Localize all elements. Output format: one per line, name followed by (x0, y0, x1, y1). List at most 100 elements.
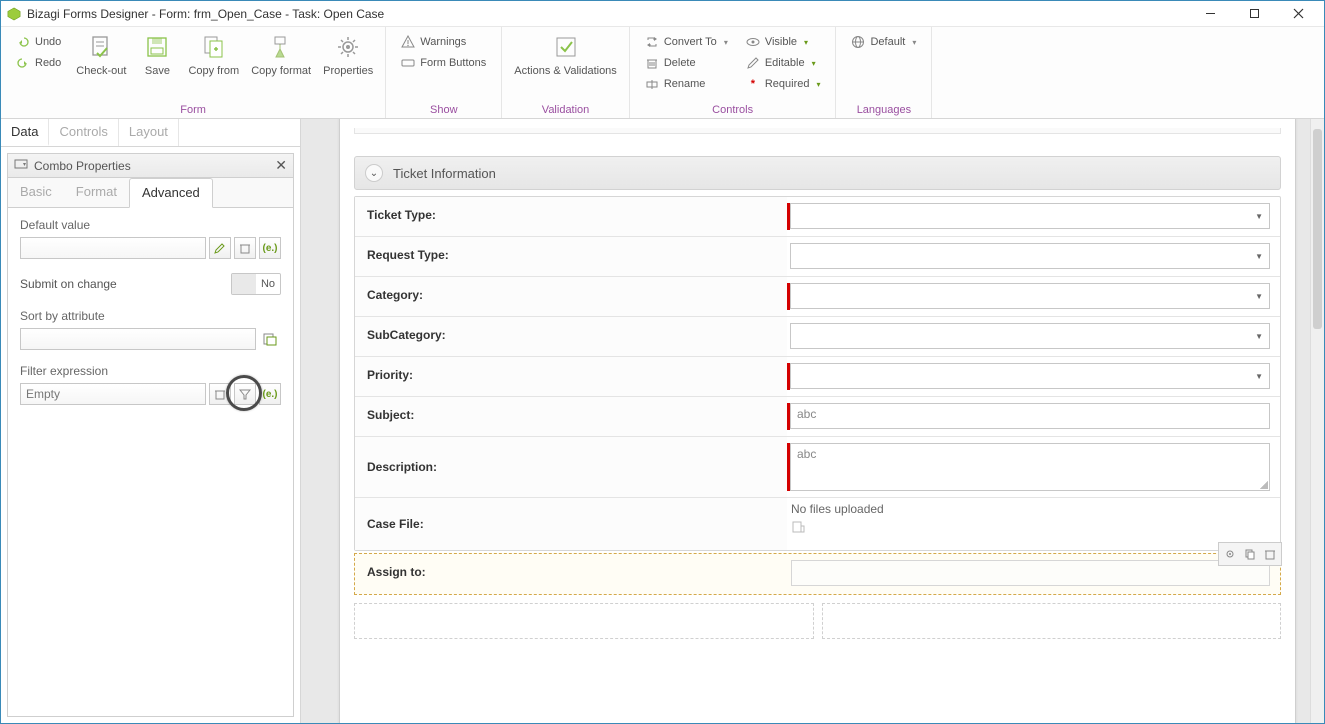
close-button[interactable] (1276, 1, 1320, 27)
panel-close-button[interactable]: ✕ (275, 157, 287, 174)
redo-button[interactable]: Redo (13, 53, 64, 73)
rename-button[interactable]: Rename (642, 74, 731, 94)
copy-format-button[interactable]: Copy format (245, 30, 317, 80)
window-title: Bizagi Forms Designer - Form: frm_Open_C… (27, 7, 1188, 21)
default-value-label: Default value (20, 218, 281, 232)
left-panel: Data Controls Layout Combo Properties ✕ … (1, 119, 301, 723)
checkout-icon (86, 32, 116, 62)
section-header[interactable]: ⌄ Ticket Information (354, 156, 1281, 190)
tab-layout[interactable]: Layout (119, 119, 179, 146)
chevron-down-icon: ⌄ (365, 164, 383, 182)
required-button[interactable]: * Required▾ (743, 74, 824, 94)
case-file-label: Case File: (355, 498, 787, 550)
drop-placeholder-row[interactable] (354, 603, 1281, 639)
description-label: Description: (355, 437, 787, 497)
ticket-type-combo[interactable]: ▼ (790, 203, 1270, 229)
maximize-button[interactable] (1232, 1, 1276, 27)
filter-expression-button[interactable]: (e.) (259, 383, 281, 405)
no-files-text: No files uploaded (791, 502, 1270, 516)
assign-to-row[interactable]: Assign to: (354, 553, 1281, 595)
editable-button[interactable]: Editable▾ (743, 53, 824, 73)
sort-by-label: Sort by attribute (20, 309, 281, 323)
tab-advanced[interactable]: Advanced (129, 178, 213, 208)
ribbon-group-label: Controls (636, 104, 830, 117)
row-copy-button[interactable] (1241, 545, 1259, 563)
delete-button[interactable]: Delete (642, 53, 731, 73)
edit-default-button[interactable] (209, 237, 231, 259)
priority-combo[interactable]: ▼ (790, 363, 1270, 389)
save-button[interactable]: Save (132, 30, 182, 80)
copy-from-button[interactable]: Copy from (182, 30, 245, 80)
combo-icon (14, 157, 28, 174)
properties-panel: Combo Properties ✕ Basic Format Advanced… (7, 153, 294, 717)
assign-to-combo[interactable] (791, 560, 1270, 586)
check-icon (551, 32, 581, 62)
scrollbar-thumb[interactable] (1313, 129, 1322, 329)
file-upload-icon[interactable] (791, 520, 1270, 537)
save-icon (142, 32, 172, 62)
undo-button[interactable]: Undo (13, 32, 64, 52)
tab-basic[interactable]: Basic (8, 178, 64, 207)
panel-title: Combo Properties (34, 159, 131, 173)
drop-placeholder[interactable] (354, 603, 814, 639)
language-default-button[interactable]: Default▾ (848, 32, 919, 52)
row-delete-button[interactable] (1261, 545, 1279, 563)
form-buttons-button[interactable]: Form Buttons (398, 53, 489, 73)
form-page: ⌄ Ticket Information Ticket Type: ▼ Requ… (339, 119, 1296, 723)
tab-format[interactable]: Format (64, 178, 129, 207)
category-label: Category: (355, 277, 787, 316)
redo-icon (16, 56, 30, 70)
filter-delete-button[interactable] (209, 383, 231, 405)
ticket-type-label: Ticket Type: (355, 197, 787, 236)
default-value-input[interactable] (20, 237, 206, 259)
form-canvas: ⌄ Ticket Information Ticket Type: ▼ Requ… (301, 119, 1324, 723)
sort-by-browse-button[interactable] (259, 328, 281, 350)
eye-icon (746, 35, 760, 49)
ribbon-group-label: Form (7, 104, 379, 117)
minimize-button[interactable] (1188, 1, 1232, 27)
form-buttons-icon (401, 56, 415, 70)
rename-icon (645, 77, 659, 91)
row-gear-button[interactable] (1221, 545, 1239, 563)
delete-default-button[interactable] (234, 237, 256, 259)
filter-expression-input[interactable] (20, 383, 206, 405)
globe-icon (851, 35, 865, 49)
title-bar: Bizagi Forms Designer - Form: frm_Open_C… (1, 1, 1324, 27)
pencil-icon (746, 56, 760, 70)
subject-input[interactable]: abc (790, 403, 1270, 429)
subcategory-label: SubCategory: (355, 317, 787, 356)
copy-format-icon (266, 32, 296, 62)
ribbon: Undo Redo Check-out Save (1, 27, 1324, 119)
warnings-button[interactable]: Warnings (398, 32, 489, 52)
app-window: Bizagi Forms Designer - Form: frm_Open_C… (0, 0, 1325, 724)
convert-icon (645, 35, 659, 49)
sort-by-input[interactable] (20, 328, 256, 350)
checkout-button[interactable]: Check-out (70, 30, 132, 80)
gear-icon (333, 32, 363, 62)
tab-controls[interactable]: Controls (49, 119, 118, 146)
actions-validations-button[interactable]: Actions & Validations (508, 30, 623, 80)
subject-label: Subject: (355, 397, 787, 436)
window-buttons (1188, 1, 1320, 27)
undo-icon (16, 35, 30, 49)
filter-funnel-button[interactable] (234, 383, 256, 405)
request-type-label: Request Type: (355, 237, 787, 276)
expression-default-button[interactable]: (e.) (259, 237, 281, 259)
subcategory-combo[interactable]: ▼ (790, 323, 1270, 349)
tab-data[interactable]: Data (1, 119, 49, 146)
vertical-scrollbar[interactable] (1310, 119, 1324, 723)
category-combo[interactable]: ▼ (790, 283, 1270, 309)
ribbon-group-label: Show (392, 104, 495, 117)
ribbon-group-label: Languages (842, 104, 925, 117)
properties-button[interactable]: Properties (317, 30, 379, 80)
drop-placeholder[interactable] (822, 603, 1282, 639)
request-type-combo[interactable]: ▼ (790, 243, 1270, 269)
convert-to-button[interactable]: Convert To▾ (642, 32, 731, 52)
submit-on-change-toggle[interactable]: No (231, 273, 281, 295)
visible-button[interactable]: Visible▾ (743, 32, 824, 52)
ribbon-group-label: Validation (508, 104, 623, 117)
copy-from-icon (199, 32, 229, 62)
assign-to-label: Assign to: (355, 554, 787, 594)
trash-icon (645, 56, 659, 70)
description-input[interactable]: abc (790, 443, 1270, 491)
